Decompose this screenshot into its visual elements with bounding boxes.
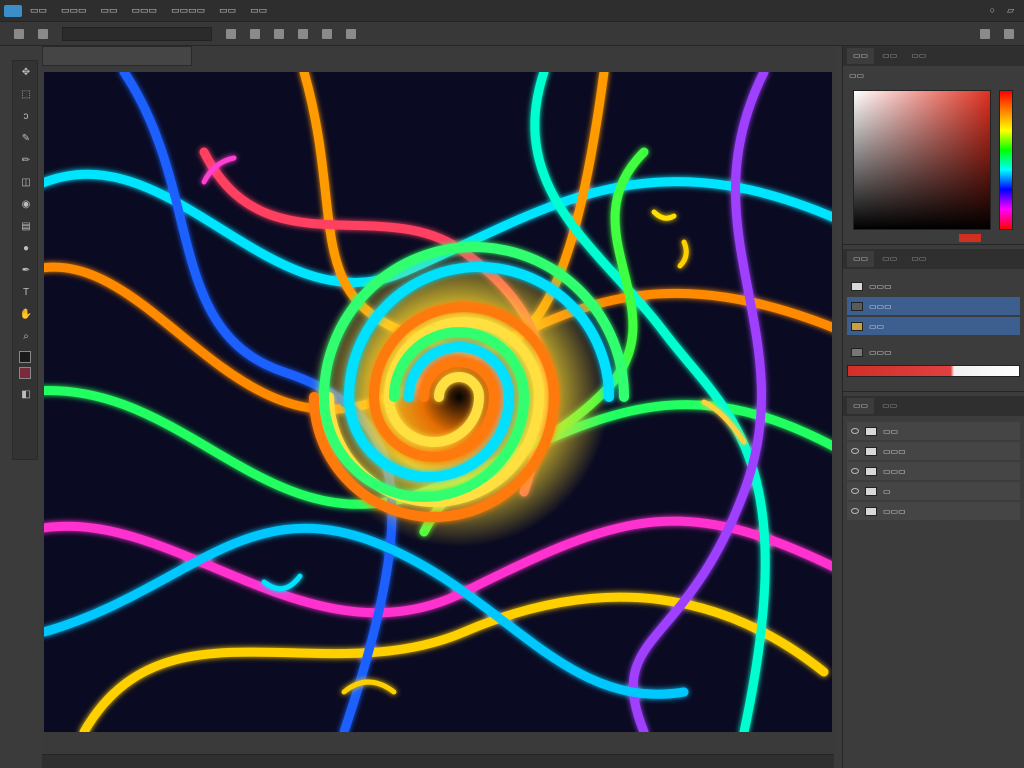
layer-thumbnail <box>865 486 877 496</box>
adjustments-panel-tabs: ▭▭ ▭▭ ▭▭ <box>843 249 1024 269</box>
menu-item-7[interactable]: ▭▭ <box>250 5 267 16</box>
option-button[interactable] <box>38 28 48 39</box>
dodge-tool-icon[interactable]: ● <box>13 237 39 259</box>
tab-swatches[interactable]: ▭▭ <box>876 48 904 64</box>
tab-channels[interactable]: ▭▭ <box>876 398 904 414</box>
document-area <box>42 46 834 754</box>
menu-item-5[interactable]: ▭▭▭▭ <box>171 5 205 16</box>
visibility-eye-icon[interactable] <box>851 508 859 514</box>
document-tab[interactable] <box>42 46 192 66</box>
preset-field[interactable] <box>62 26 212 41</box>
visibility-eye-icon[interactable] <box>851 428 859 434</box>
adjustment-row[interactable]: ▭▭▭ <box>847 343 1020 361</box>
search-icon[interactable] <box>1004 28 1014 39</box>
visibility-eye-icon[interactable] <box>851 488 859 494</box>
adjustment-row[interactable]: ▭▭▭ <box>847 277 1020 295</box>
tab-adjustments[interactable]: ▭▭ <box>847 251 875 267</box>
color-panel-header: ▭▭ <box>849 70 865 80</box>
layer-row[interactable]: ▭▭▭ <box>847 502 1020 520</box>
visibility-eye-icon[interactable] <box>851 448 859 454</box>
color-picker <box>853 90 1018 242</box>
option-button[interactable] <box>226 28 236 39</box>
restore-icon[interactable]: ▱ <box>1007 5 1014 16</box>
layer-row[interactable]: ▭▭▭ <box>847 462 1020 480</box>
divider <box>843 244 1024 245</box>
layer-row[interactable]: ▭▭ <box>847 422 1020 440</box>
pen-tool-icon[interactable]: ✒ <box>13 259 39 281</box>
menu-item-1[interactable]: ▭▭ <box>30 5 47 16</box>
layer-row[interactable]: ▭▭▭ <box>847 442 1020 460</box>
option-button[interactable] <box>322 28 332 39</box>
background-color-swatch[interactable] <box>19 367 31 379</box>
hue-slider[interactable] <box>999 90 1013 230</box>
adjustment-row[interactable]: ▭▭ <box>847 317 1020 335</box>
option-button[interactable] <box>298 28 308 39</box>
canvas[interactable] <box>44 72 832 732</box>
text-tool-icon[interactable]: T <box>13 281 39 303</box>
move-tool-icon[interactable]: ✥ <box>13 61 39 83</box>
marquee-tool-icon[interactable]: ⬚ <box>13 83 39 105</box>
tab-properties[interactable]: ▭▭ <box>876 251 904 267</box>
workspace-icon[interactable] <box>980 28 990 39</box>
neon-swirl-artwork <box>44 72 832 732</box>
menu-bar: ▭▭ ▭▭▭ ▭▭ ▭▭▭ ▭▭▭▭ ▭▭ ▭▭ ○ ▱ <box>0 0 1024 22</box>
tab-layers[interactable]: ▭▭ <box>847 398 875 414</box>
layer-row[interactable]: ▭ <box>847 482 1020 500</box>
layer-thumbnail <box>865 506 877 516</box>
app-logo-icon <box>4 4 22 17</box>
layer-thumbnail <box>865 446 877 456</box>
layer-thumbnail <box>851 281 863 291</box>
saturation-brightness-field[interactable] <box>853 90 991 230</box>
menu-item-6[interactable]: ▭▭ <box>219 5 236 16</box>
layer-thumbnail <box>865 466 877 476</box>
current-color-swatch <box>959 234 981 242</box>
menu-item-4[interactable]: ▭▭▭ <box>132 5 158 16</box>
brush-tool-icon[interactable]: ✎ <box>13 127 39 149</box>
quick-mask-icon[interactable]: ◧ <box>13 383 39 405</box>
tab-gradients[interactable]: ▭▭ <box>905 48 933 64</box>
menu-item-2[interactable]: ▭▭▭ <box>61 5 87 16</box>
color-panel-tabs: ▭▭ ▭▭ ▭▭ <box>843 46 1024 66</box>
minimize-icon[interactable]: ○ <box>990 5 995 16</box>
layer-thumbnail <box>865 426 877 436</box>
pencil-tool-icon[interactable]: ✏ <box>13 149 39 171</box>
gradient-tool-icon[interactable]: ▤ <box>13 215 39 237</box>
lasso-tool-icon[interactable]: ↄ <box>13 105 39 127</box>
toolbox: ✥ ⬚ ↄ ✎ ✏ ◫ ◉ ▤ ● ✒ T ✋ ⌕ ◧ <box>12 60 38 460</box>
divider <box>843 391 1024 392</box>
zoom-tool-icon[interactable]: ⌕ <box>13 325 39 347</box>
right-panels: ▭▭ ▭▭ ▭▭ ▭▭ ▭▭ ▭▭ ▭▭ ▭▭▭ ▭▭▭ ▭▭ ▭▭▭ ▭▭ ▭… <box>842 46 1024 768</box>
foreground-color-swatch[interactable] <box>19 351 31 363</box>
hand-tool-icon[interactable]: ✋ <box>13 303 39 325</box>
option-button[interactable] <box>250 28 260 39</box>
layer-thumbnail <box>851 321 863 331</box>
layer-thumbnail <box>851 301 863 311</box>
tab-libraries[interactable]: ▭▭ <box>905 251 933 267</box>
clone-tool-icon[interactable]: ◉ <box>13 193 39 215</box>
layer-thumbnail <box>851 347 863 357</box>
options-bar <box>0 22 1024 46</box>
tool-preset-icon[interactable] <box>14 28 24 39</box>
gradient-bar[interactable] <box>847 365 1020 377</box>
menu-item-3[interactable]: ▭▭ <box>101 5 118 16</box>
option-button[interactable] <box>346 28 356 39</box>
status-bar <box>42 754 834 768</box>
adjustment-row[interactable]: ▭▭▭ <box>847 297 1020 315</box>
tab-color[interactable]: ▭▭ <box>847 48 875 64</box>
visibility-eye-icon[interactable] <box>851 468 859 474</box>
eraser-tool-icon[interactable]: ◫ <box>13 171 39 193</box>
layers-panel-tabs: ▭▭ ▭▭ <box>843 396 1024 416</box>
option-button[interactable] <box>274 28 284 39</box>
